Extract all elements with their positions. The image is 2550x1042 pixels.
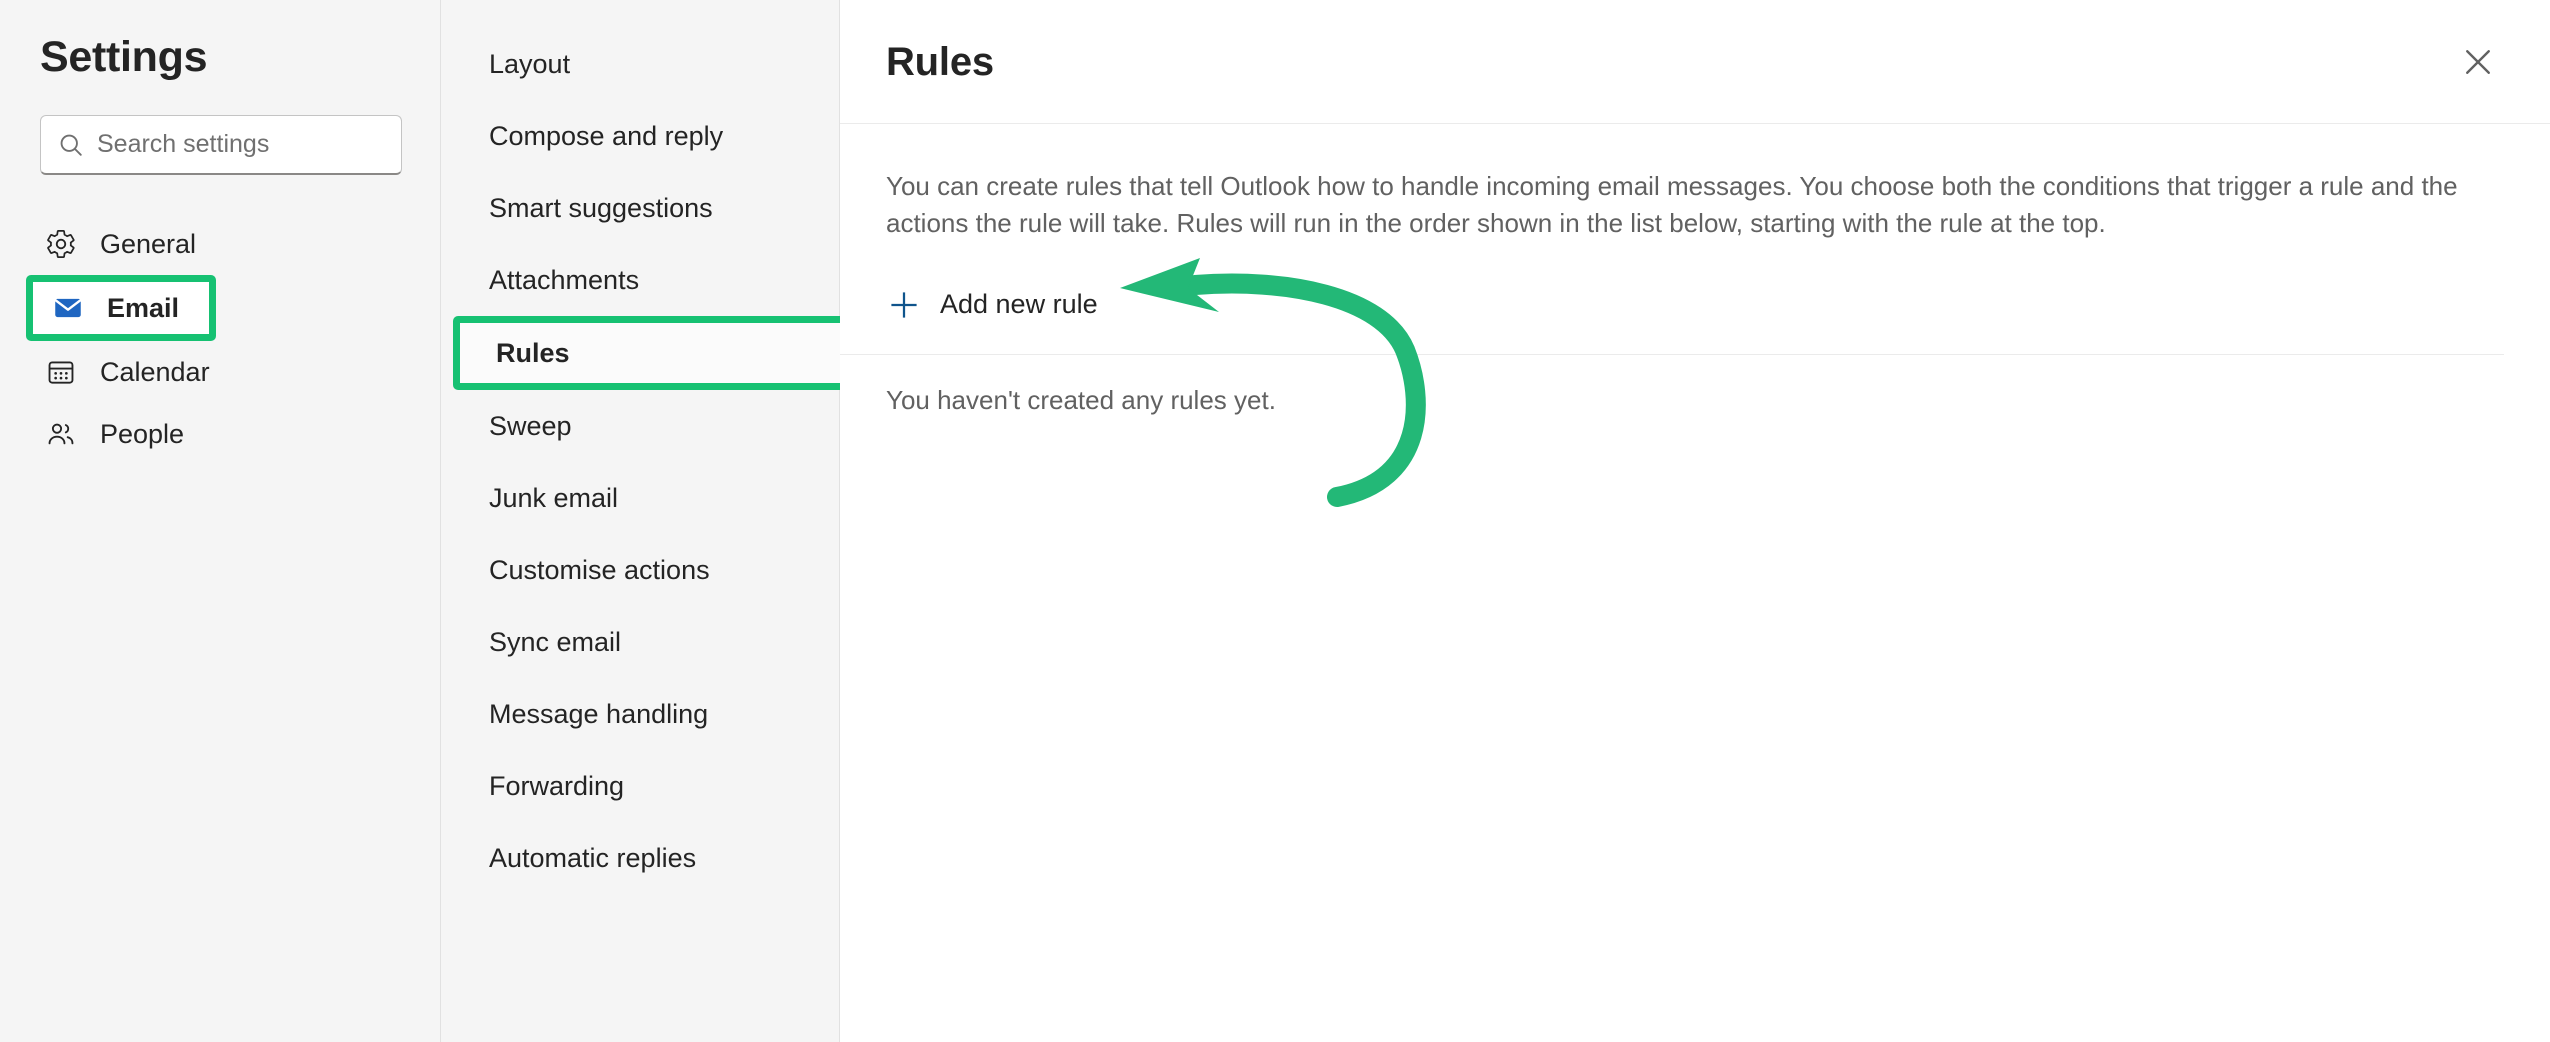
- sidebar-item-email[interactable]: Email: [26, 275, 216, 341]
- subnav-item-junk-email[interactable]: Junk email: [441, 462, 839, 534]
- panel-header: Rules: [840, 0, 2550, 124]
- search-settings-field[interactable]: [40, 115, 402, 175]
- subnav-item-sweep[interactable]: Sweep: [441, 390, 839, 462]
- subnav-item-message-handling[interactable]: Message handling: [441, 678, 839, 750]
- settings-nav-list: General Email Calendar People: [0, 213, 440, 465]
- panel-body: You can create rules that tell Outlook h…: [840, 124, 2550, 413]
- plus-icon: [891, 292, 917, 318]
- subnav-item-compose-and-reply[interactable]: Compose and reply: [441, 100, 839, 172]
- sidebar-item-general[interactable]: General: [0, 213, 440, 275]
- page-title: Settings: [40, 33, 208, 81]
- subnav-item-smart-suggestions[interactable]: Smart suggestions: [441, 172, 839, 244]
- rules-panel: Rules You can create rules that tell Out…: [840, 0, 2550, 1042]
- gear-icon: [44, 227, 78, 261]
- add-new-rule-button[interactable]: Add new rule: [886, 278, 1098, 332]
- rules-list-divider: [840, 353, 2504, 355]
- email-settings-subnav: Layout Compose and reply Smart suggestio…: [440, 0, 853, 1042]
- calendar-icon: [44, 355, 78, 389]
- subnav-item-layout[interactable]: Layout: [441, 28, 839, 100]
- subnav-item-automatic-replies[interactable]: Automatic replies: [441, 822, 839, 894]
- search-input[interactable]: [97, 130, 385, 159]
- sidebar-item-label: Email: [107, 292, 180, 323]
- sidebar-item-label: General: [100, 228, 197, 259]
- add-new-rule-label: Add new rule: [940, 289, 1098, 320]
- sidebar-item-calendar[interactable]: Calendar: [0, 341, 440, 403]
- subnav-item-rules[interactable]: Rules: [453, 316, 853, 390]
- people-icon: [44, 417, 78, 451]
- sidebar-item-label: Calendar: [100, 356, 210, 387]
- rules-description: You can create rules that tell Outlook h…: [886, 171, 2458, 238]
- subnav-item-attachments[interactable]: Attachments: [441, 244, 839, 316]
- subnav-item-customise-actions[interactable]: Customise actions: [441, 534, 839, 606]
- panel-title: Rules: [886, 39, 994, 84]
- sidebar-item-people[interactable]: People: [0, 403, 440, 465]
- close-settings-button[interactable]: [2452, 36, 2504, 88]
- envelope-icon: [51, 291, 85, 325]
- subnav-item-forwarding[interactable]: Forwarding: [441, 750, 839, 822]
- search-icon: [60, 134, 82, 156]
- settings-dialog: Settings General: [0, 0, 2550, 1042]
- close-icon: [2466, 49, 2490, 74]
- subnav-item-sync-email[interactable]: Sync email: [441, 606, 839, 678]
- rules-empty-state: You haven't created any rules yet.: [886, 384, 1276, 415]
- sidebar-item-label: People: [100, 418, 185, 449]
- settings-sidebar: Settings General: [0, 0, 440, 1042]
